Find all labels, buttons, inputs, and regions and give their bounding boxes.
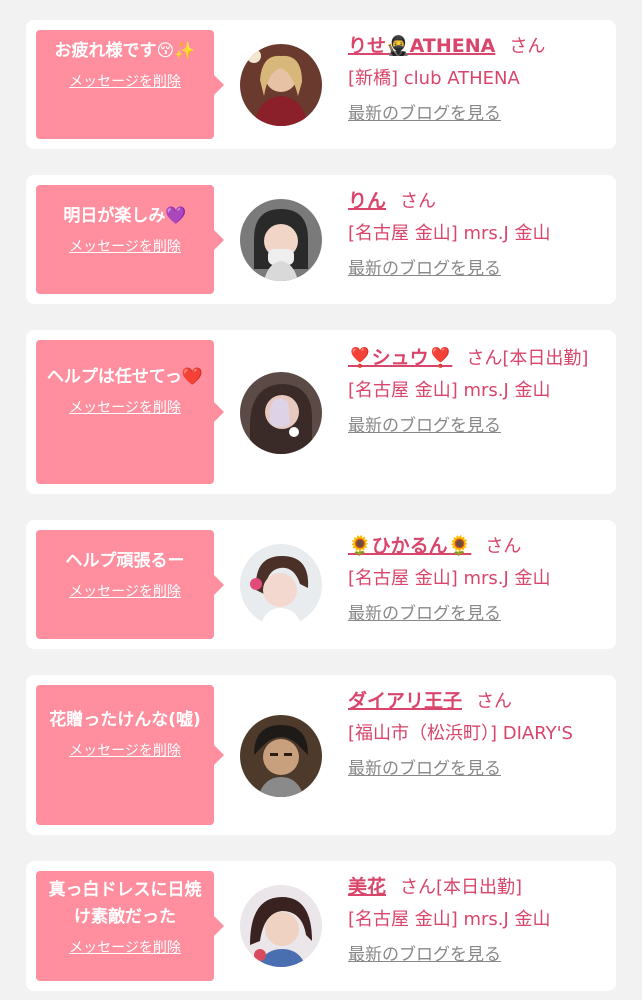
avatar[interactable] [240, 199, 322, 281]
name-row: りせ🥷ATHENA さん [348, 30, 604, 63]
sender-name-link[interactable]: ❣️シュウ❣️ [348, 347, 452, 369]
message-bubble: 花贈ったけんな(嘘) メッセージを削除 [36, 685, 224, 825]
sender-info: ダイアリ王子 さん [福山市（松浜町）] DIARY'S 最新のブログを見る [348, 685, 604, 782]
message-card: 真っ白ドレスに日焼け素敵だった メッセージを削除 美花 さん[本日出勤] [名古屋… [26, 861, 616, 991]
avatar[interactable] [240, 544, 322, 626]
sender-info: ❣️シュウ❣️ さん[本日出勤] [名古屋 金山] mrs.J 金山 最新のブログ… [348, 342, 604, 439]
sender-info: 🌻ひかるん🌻 さん [名古屋 金山] mrs.J 金山 最新のブログを見る [348, 530, 604, 627]
message-card: 花贈ったけんな(嘘) メッセージを削除 ダイアリ王子 さん [福山市（松浜町）] … [26, 675, 616, 835]
avatar[interactable] [240, 44, 322, 126]
profile-photo-icon [240, 544, 322, 626]
shop-label: [名古屋 金山] mrs.J 金山 [348, 909, 551, 930]
delete-message-link[interactable]: メッセージを削除 [44, 583, 206, 601]
message-text: 花贈ったけんな(嘘) [49, 710, 201, 730]
sender-name-link[interactable]: ダイアリ王子 [348, 690, 462, 712]
message-bubble: ヘルプは任せてっ❤️ メッセージを削除 [36, 340, 224, 484]
delete-message-link[interactable]: メッセージを削除 [44, 742, 206, 760]
profile-photo-icon [240, 372, 322, 454]
sender-name-link[interactable]: 美花 [348, 876, 386, 898]
sender-info: りせ🥷ATHENA さん [新橋] club ATHENA 最新のブログを見る [348, 30, 604, 127]
message-card: 明日が楽しみ💜 メッセージを削除 りん さん [名古屋 金山] mrs.J 金山 … [26, 175, 616, 304]
shop-label: [名古屋 金山] mrs.J 金山 [348, 223, 551, 244]
message-card: お疲れ様です😚✨ メッセージを削除 りせ🥷ATHENA さん [新橋] club … [26, 20, 616, 149]
profile-photo-icon [240, 885, 322, 967]
name-suffix: さん[本日出勤] [400, 877, 523, 898]
name-row: 美花 さん[本日出勤] [348, 871, 604, 904]
name-suffix: さん [476, 691, 513, 712]
avatar[interactable] [240, 885, 322, 967]
message-text: 真っ白ドレスに日焼け素敵だった [48, 880, 202, 927]
delete-message-link[interactable]: メッセージを削除 [44, 73, 206, 91]
delete-message-link[interactable]: メッセージを削除 [44, 238, 206, 256]
latest-blog-link[interactable]: 最新のブログを見る [348, 601, 604, 627]
message-bubble: 明日が楽しみ💜 メッセージを削除 [36, 185, 224, 294]
message-text: お疲れ様です😚✨ [54, 41, 196, 61]
name-suffix: さん [400, 191, 437, 212]
message-text: ヘルプ頑張るー [65, 551, 185, 571]
sender-name-link[interactable]: 🌻ひかるん🌻 [348, 535, 471, 557]
name-row: ❣️シュウ❣️ さん[本日出勤] [348, 342, 604, 375]
sender-info: 美花 さん[本日出勤] [名古屋 金山] mrs.J 金山 最新のブログを見る [348, 871, 604, 968]
latest-blog-link[interactable]: 最新のブログを見る [348, 256, 604, 282]
latest-blog-link[interactable]: 最新のブログを見る [348, 756, 604, 782]
avatar[interactable] [240, 372, 322, 454]
name-row: 🌻ひかるん🌻 さん [348, 530, 604, 563]
latest-blog-link[interactable]: 最新のブログを見る [348, 942, 604, 968]
profile-photo-icon [240, 715, 322, 797]
shop-label: [名古屋 金山] mrs.J 金山 [348, 380, 551, 401]
message-bubble: お疲れ様です😚✨ メッセージを削除 [36, 30, 224, 139]
delete-message-link[interactable]: メッセージを削除 [44, 939, 206, 957]
latest-blog-link[interactable]: 最新のブログを見る [348, 413, 604, 439]
sender-name-link[interactable]: りん [348, 190, 386, 212]
profile-photo-icon [240, 44, 322, 126]
name-row: りん さん [348, 185, 604, 218]
name-suffix: さん [485, 536, 522, 557]
message-text: 明日が楽しみ💜 [63, 206, 187, 226]
avatar[interactable] [240, 715, 322, 797]
name-suffix: さん [509, 36, 546, 57]
message-text: ヘルプは任せてっ❤️ [46, 367, 204, 387]
message-bubble: ヘルプ頑張るー メッセージを削除 [36, 530, 224, 639]
sender-info: りん さん [名古屋 金山] mrs.J 金山 最新のブログを見る [348, 185, 604, 282]
shop-label: [福山市（松浜町）] DIARY'S [348, 723, 573, 744]
delete-message-link[interactable]: メッセージを削除 [44, 399, 206, 417]
message-card: ヘルプは任せてっ❤️ メッセージを削除 ❣️シュウ❣️ さん[本日出勤] [名古屋… [26, 330, 616, 494]
message-bubble: 真っ白ドレスに日焼け素敵だった メッセージを削除 [36, 871, 224, 981]
shop-label: [新橋] club ATHENA [348, 68, 520, 89]
sender-name-link[interactable]: りせ🥷ATHENA [348, 35, 495, 57]
message-card: ヘルプ頑張るー メッセージを削除 🌻ひかるん🌻 さん [名古屋 金山] mrs.J… [26, 520, 616, 649]
latest-blog-link[interactable]: 最新のブログを見る [348, 101, 604, 127]
shop-label: [名古屋 金山] mrs.J 金山 [348, 568, 551, 589]
name-suffix: さん[本日出勤] [466, 348, 589, 369]
name-row: ダイアリ王子 さん [348, 685, 604, 718]
profile-photo-icon [240, 199, 322, 281]
